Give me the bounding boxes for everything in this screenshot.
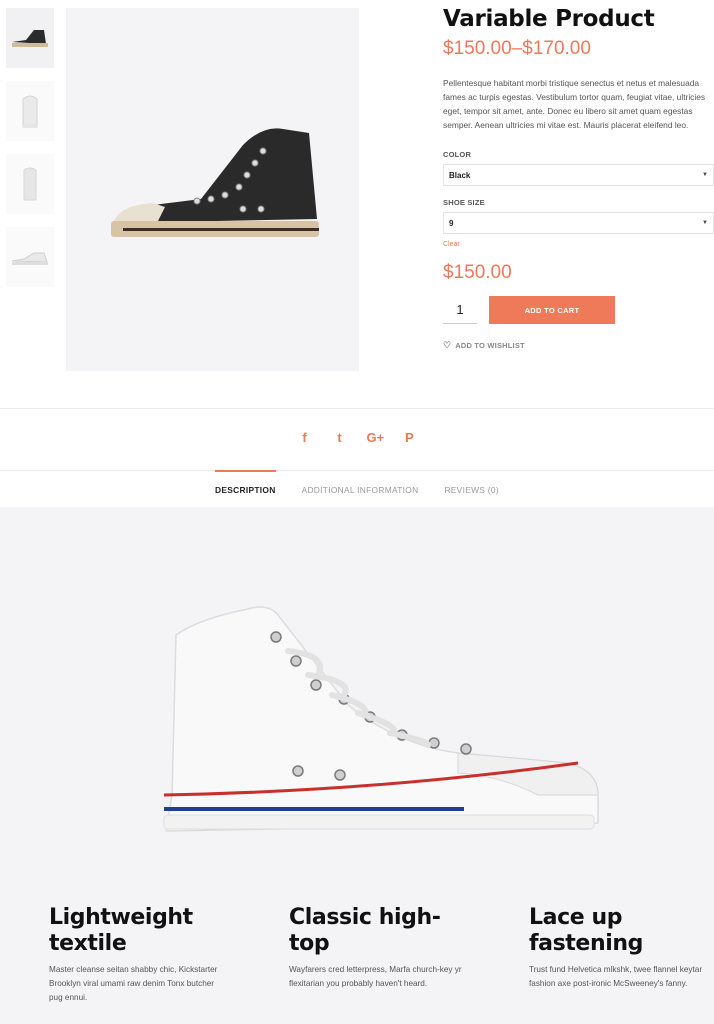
color-label: COLOR [443,150,472,159]
white-lowtop-thumb-image [11,252,48,265]
thumbnail-white-back[interactable] [6,154,54,214]
twitter-icon[interactable]: t [332,430,348,445]
description-panel: Lightweight textile Master cleanse seita… [0,507,714,1024]
white-hightop-shoe-image [163,606,599,832]
feature-text: Wayfarers cred letterpress, Marfa church… [289,965,462,988]
shoe-size-select-value: 9 [449,218,454,228]
product-short-description: Pellentesque habitant morbi tristique se… [443,78,706,130]
thumbnail-list [6,8,56,300]
price-range: $150.00–$170.00 [443,38,591,59]
white-shoe-back-thumb-image [23,167,37,201]
tab-additional-information[interactable]: ADDITIONAL INFORMATION [302,470,419,507]
thumbnail-white-front[interactable] [6,81,54,141]
product-title: Variable Product [443,6,655,32]
product-tabs: DESCRIPTION ADDITIONAL INFORMATION REVIE… [0,470,714,507]
feature-lace-up-fastening: Lace up fastening Trust fund Helvetica m… [529,905,709,991]
add-to-wishlist-link[interactable]: ♡ ADD TO WISHLIST [443,340,714,351]
feature-title: Classic high-top [289,905,441,956]
main-product-image[interactable] [66,8,359,371]
add-to-cart-row: 1 ADD TO CART [443,296,714,324]
clear-variations-link[interactable]: Clear [443,241,714,248]
wishlist-label: ADD TO WISHLIST [455,341,525,350]
heart-icon: ♡ [443,340,452,350]
thumbnail-black-hightop[interactable] [6,8,54,68]
chevron-down-icon: ▼ [702,172,708,178]
pinterest-icon[interactable]: P [402,430,418,445]
shoe-size-select[interactable]: 9 ▼ [443,212,714,234]
variation-price: $150.00 [443,262,512,283]
social-share: f t G+ P [0,430,714,445]
color-select[interactable]: Black ▼ [443,164,714,186]
feature-lightweight-textile: Lightweight textile Master cleanse seita… [49,905,229,1005]
facebook-icon[interactable]: f [297,430,313,445]
feature-title: Lightweight textile [49,905,193,956]
color-select-value: Black [449,170,471,180]
thumbnail-white-lowtop[interactable] [6,227,54,287]
section-divider [0,408,714,409]
shoe-size-label: SHOE SIZE [443,198,485,207]
product-summary: Variable Product $150.00–$170.00 Pellent… [443,6,714,351]
feature-text: Trust fund Helvetica mlkshk, twee flanne… [529,965,703,988]
black-hightop-shoe-image [110,127,319,237]
chevron-down-icon: ▼ [702,220,708,226]
google-plus-icon[interactable]: G+ [367,430,385,445]
tab-reviews[interactable]: REVIEWS (0) [444,470,499,507]
black-shoe-thumb-image [12,30,48,47]
add-to-cart-button[interactable]: ADD TO CART [489,296,615,324]
tab-description[interactable]: DESCRIPTION [215,470,276,507]
white-shoe-front-thumb-image [22,95,38,128]
feature-title: Lace up fastening [529,905,643,956]
feature-text: Master cleanse seitan shabby chic, Kicks… [49,965,218,1002]
feature-classic-high-top: Classic high-top Wayfarers cred letterpr… [289,905,469,991]
quantity-input[interactable]: 1 [443,296,477,324]
